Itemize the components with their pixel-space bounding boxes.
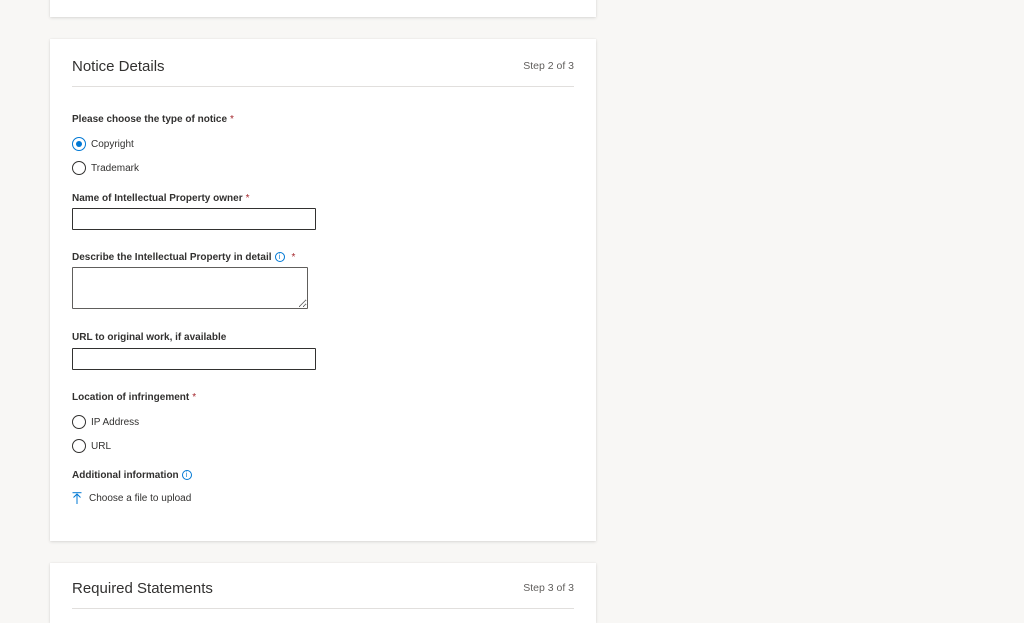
info-icon[interactable]: i xyxy=(181,470,192,480)
radio-circle[interactable] xyxy=(72,439,86,453)
owner-label-text: Name of Intellectual Property owner xyxy=(72,193,243,204)
section-title: Required Statements xyxy=(72,580,213,597)
radio-url[interactable]: URL xyxy=(72,439,111,453)
url-label: URL to original work, if available xyxy=(72,332,227,343)
required-marker: * xyxy=(192,392,197,403)
location-label: Location of infringement * xyxy=(72,392,196,403)
additional-info-label-text: Additional information xyxy=(72,470,179,481)
step-indicator: Step 3 of 3 xyxy=(523,582,574,594)
radio-copyright-label: Copyright xyxy=(91,138,134,150)
step-indicator: Step 2 of 3 xyxy=(523,60,574,72)
owner-label: Name of Intellectual Property owner * xyxy=(72,193,250,204)
radio-ip-address[interactable]: IP Address xyxy=(72,415,139,429)
required-statements-card: Required Statements Step 3 of 3 xyxy=(50,563,596,623)
radio-circle[interactable] xyxy=(72,161,86,175)
url-original-work-input[interactable] xyxy=(72,348,316,370)
radio-url-label: URL xyxy=(91,440,112,452)
previous-section-card xyxy=(50,0,596,17)
additional-info-label: Additional information i xyxy=(72,470,192,481)
radio-trademark-label: Trademark xyxy=(91,162,139,174)
owner-name-input[interactable] xyxy=(72,208,316,230)
describe-ip-textarea[interactable] xyxy=(72,267,308,309)
describe-label: Describe the Intellectual Property in de… xyxy=(72,252,295,263)
radio-trademark[interactable]: Trademark xyxy=(72,161,139,175)
notice-details-card: Notice Details Step 2 of 3 Please choose… xyxy=(50,39,596,541)
file-upload-button[interactable]: Choose a file to upload xyxy=(72,492,191,504)
required-marker: * xyxy=(291,252,296,263)
notice-type-label: Please choose the type of notice * xyxy=(72,114,234,125)
radio-circle[interactable] xyxy=(72,415,86,429)
notice-type-label-text: Please choose the type of notice xyxy=(72,114,228,125)
card-header: Required Statements Step 3 of 3 xyxy=(72,579,574,609)
location-label-text: Location of infringement xyxy=(72,392,190,403)
upload-label: Choose a file to upload xyxy=(89,492,192,504)
required-marker: * xyxy=(245,193,250,204)
radio-copyright[interactable]: Copyright xyxy=(72,137,134,151)
radio-ip-address-label: IP Address xyxy=(91,416,140,428)
radio-circle-checked[interactable] xyxy=(72,137,86,151)
required-marker: * xyxy=(230,114,234,125)
info-icon[interactable]: i xyxy=(274,252,285,262)
card-header: Notice Details Step 2 of 3 xyxy=(72,57,574,87)
upload-arrow-icon xyxy=(72,492,82,504)
section-title: Notice Details xyxy=(72,58,165,75)
describe-label-text: Describe the Intellectual Property in de… xyxy=(72,252,272,263)
